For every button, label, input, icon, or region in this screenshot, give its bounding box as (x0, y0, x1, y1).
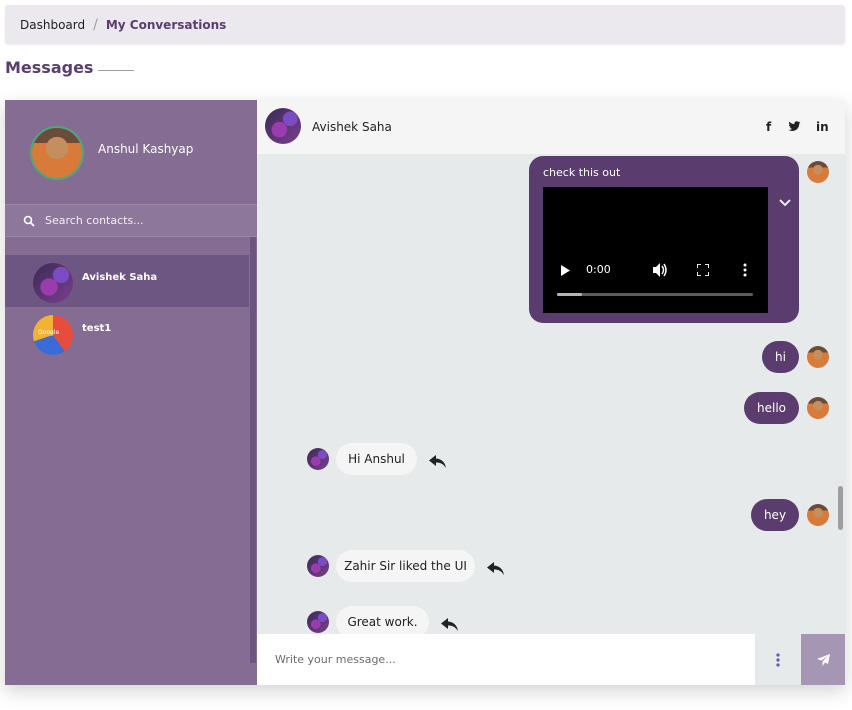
video-progress-bar[interactable] (557, 293, 753, 296)
message-list: check this out 0:00 hi hello Hi Anshul h… (257, 154, 845, 634)
contact-search (5, 204, 257, 237)
contact-avatar (33, 263, 73, 303)
message-bubble-incoming: Hi Anshul (336, 443, 417, 475)
video-progress-fill (557, 293, 583, 296)
contacts-panel: Anshul Kashyap Avishek Saha Google test1 (5, 100, 257, 685)
video-message: check this out 0:00 (529, 156, 799, 323)
message-bubble-incoming: Zahir Sir liked the UI (336, 550, 475, 582)
sender-avatar (807, 504, 829, 526)
chat-contact-name: Avishek Saha (312, 120, 392, 134)
breadcrumb: Dashboard / My Conversations (5, 5, 845, 44)
message-bubble-outgoing: hello (744, 392, 799, 424)
sender-avatar (807, 346, 829, 368)
breadcrumb-separator: / (93, 16, 98, 33)
profile-avatar (30, 126, 84, 180)
volume-icon[interactable] (653, 263, 668, 277)
send-button[interactable] (801, 634, 845, 685)
search-input[interactable] (45, 214, 245, 227)
reply-icon[interactable] (429, 455, 446, 468)
message-composer (257, 634, 845, 685)
sender-avatar (807, 161, 829, 183)
video-caption: check this out (543, 166, 621, 179)
twitter-icon[interactable] (788, 121, 801, 132)
send-icon (816, 653, 830, 666)
video-time: 0:00 (586, 263, 611, 276)
profile-name: Anshul Kashyap (98, 142, 194, 156)
sender-avatar (807, 397, 829, 419)
contact-avatar (307, 555, 329, 577)
contacts-scrollbar[interactable] (250, 237, 256, 663)
conversation-panel: Avishek Saha f in check this out 0:00 hi… (257, 100, 845, 685)
play-icon[interactable] (560, 265, 570, 276)
message-input[interactable] (257, 634, 755, 685)
breadcrumb-current: My Conversations (105, 17, 227, 32)
title-underline (98, 70, 134, 71)
breadcrumb-dashboard-link[interactable]: Dashboard (20, 18, 85, 32)
search-icon (23, 215, 35, 227)
attachment-menu-button[interactable] (755, 634, 801, 685)
kebab-icon (776, 652, 780, 667)
linkedin-icon[interactable]: in (816, 120, 829, 134)
message-bubble-outgoing: hey (751, 499, 799, 531)
chat-header: Avishek Saha f in (257, 100, 845, 154)
page-title: Messages (5, 58, 94, 77)
fullscreen-icon[interactable] (697, 264, 709, 276)
contact-item[interactable]: Google test1 (5, 307, 249, 359)
contact-avatar (307, 448, 329, 470)
facebook-icon[interactable]: f (766, 120, 771, 134)
message-bubble-outgoing: hi (762, 341, 799, 373)
contact-avatar (307, 611, 329, 633)
profile-header: Anshul Kashyap (5, 100, 257, 204)
reply-icon[interactable] (487, 562, 504, 575)
contact-avatar: Google (33, 315, 73, 355)
contact-item[interactable]: Avishek Saha (5, 255, 249, 307)
contact-name: Avishek Saha (82, 272, 158, 283)
chat-container: Anshul Kashyap Avishek Saha Google test1… (5, 100, 845, 685)
contact-avatar (265, 108, 301, 144)
contact-avatar-label: Google (38, 329, 60, 336)
more-options-icon[interactable] (743, 263, 747, 277)
messages-scrollbar[interactable] (838, 486, 843, 530)
contact-name: test1 (82, 323, 112, 334)
video-player[interactable]: 0:00 (543, 187, 768, 313)
message-bubble-incoming: Great work. (336, 606, 429, 634)
chevron-down-icon[interactable] (779, 199, 791, 207)
reply-icon[interactable] (441, 618, 458, 631)
